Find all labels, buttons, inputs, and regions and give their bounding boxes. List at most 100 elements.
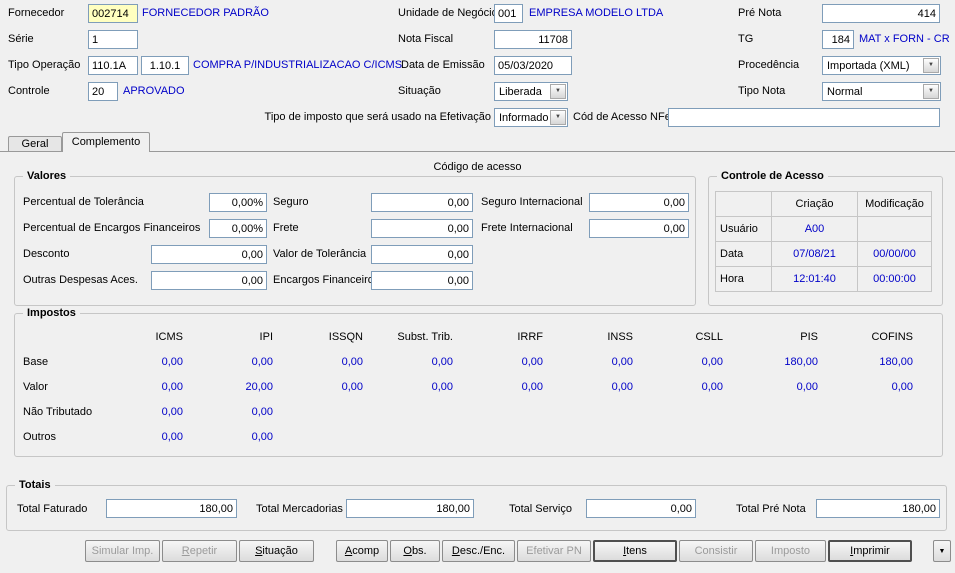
impostos-cell xyxy=(543,424,633,449)
efetivar-pn-button: Efetivar PN xyxy=(517,540,591,562)
impostos-column-header: INSS xyxy=(607,330,633,343)
controle-acesso-cell: 00:00:00 xyxy=(857,266,932,292)
seguro-input[interactable] xyxy=(371,193,473,212)
impostos-cell xyxy=(453,424,543,449)
tipo-operacao-label: Tipo Operação xyxy=(8,59,81,71)
fornecedor-code-input[interactable] xyxy=(88,4,138,23)
total-servico-input[interactable] xyxy=(586,499,696,518)
table-row: ICMS IPI ISSQN Subst. Trib. IRRF INSS CS… xyxy=(23,324,914,349)
controle-acesso-row-label: Usuário xyxy=(715,216,772,242)
impostos-cell: 0,00 xyxy=(891,380,913,393)
frete-internacional-input[interactable] xyxy=(589,219,689,238)
tipo-operacao-code2-input[interactable] xyxy=(141,56,189,75)
impostos-cell: 0,00 xyxy=(161,380,183,393)
imprimir-button[interactable]: Imprimir xyxy=(828,540,912,562)
action-button-bar: Simular Imp. Repetir Situação Acomp Obs.… xyxy=(85,540,951,562)
controle-code-input[interactable] xyxy=(88,82,118,101)
seguro-internacional-label: Seguro Internacional xyxy=(481,196,583,208)
tipo-imposto-select[interactable]: Informado ▼ xyxy=(494,108,568,127)
tipo-operacao-description: COMPRA P/INDUSTRIALIZACAO C/ICMS xyxy=(193,59,403,71)
data-emissao-input[interactable] xyxy=(494,56,572,75)
frete-label: Frete xyxy=(273,222,299,234)
impostos-cell: 180,00 xyxy=(784,355,818,368)
serie-input[interactable] xyxy=(88,30,138,49)
impostos-column-header: IPI xyxy=(259,330,273,343)
tab-geral[interactable]: Geral xyxy=(8,136,62,151)
impostos-cell xyxy=(273,424,363,449)
nota-fiscal-input[interactable] xyxy=(494,30,572,49)
encargos-financeiros-label: Encargos Financeiros xyxy=(273,274,380,286)
tipo-imposto-selected-value: Informado xyxy=(499,112,549,124)
perc-encargos-input[interactable] xyxy=(209,219,267,238)
outras-despesas-label: Outras Despesas Aces. xyxy=(23,274,138,286)
total-mercadorias-input[interactable] xyxy=(346,499,474,518)
controle-acesso-cell: 00/00/00 xyxy=(857,241,932,267)
situacao-button[interactable]: Situação xyxy=(239,540,314,562)
impostos-cell: 0,00 xyxy=(611,355,633,368)
fornecedor-description: FORNECEDOR PADRÃO xyxy=(142,7,269,19)
impostos-row-label: Não Tributado xyxy=(23,405,93,418)
tipo-nota-label: Tipo Nota xyxy=(738,85,786,97)
desconto-input[interactable] xyxy=(151,245,267,264)
total-pre-nota-label: Total Pré Nota xyxy=(736,503,806,515)
impostos-cell: 0,00 xyxy=(161,405,183,418)
table-row: Usuário A00 xyxy=(715,216,932,242)
impostos-column-header: IRRF xyxy=(517,330,543,343)
encargos-financeiros-input[interactable] xyxy=(371,271,473,290)
desc-enc-button[interactable]: Desc./Enc. xyxy=(442,540,515,562)
impostos-cell: 0,00 xyxy=(341,380,363,393)
impostos-row-label: Base xyxy=(23,355,49,368)
tab-complemento[interactable]: Complemento xyxy=(62,132,150,152)
procedencia-select[interactable]: Importada (XML) ▼ xyxy=(822,56,941,75)
total-pre-nota-input[interactable] xyxy=(816,499,940,518)
more-actions-button[interactable]: ▼ xyxy=(933,540,951,562)
totais-groupbox: Totais Total Faturado Total Mercadorias … xyxy=(6,479,947,531)
valores-title: Valores xyxy=(23,170,71,182)
obs-button[interactable]: Obs. xyxy=(390,540,440,562)
unidade-negocio-code-input[interactable] xyxy=(494,4,523,23)
impostos-cell: 180,00 xyxy=(879,355,913,368)
valores-groupbox: Valores Percentual de Tolerância Percent… xyxy=(14,170,696,306)
table-row: Hora 12:01:40 00:00:00 xyxy=(715,266,932,292)
total-faturado-input[interactable] xyxy=(106,499,237,518)
dropdown-arrow-icon: ▼ xyxy=(550,110,566,125)
impostos-cell: 20,00 xyxy=(245,380,273,393)
total-mercadorias-label: Total Mercadorias xyxy=(256,503,343,515)
controle-acesso-cell: 07/08/21 xyxy=(771,241,858,267)
dropdown-arrow-icon: ▼ xyxy=(550,84,566,99)
impostos-column-header: ICMS xyxy=(155,330,184,343)
itens-button[interactable]: Itens xyxy=(593,540,677,562)
controle-acesso-col-criacao: Criação xyxy=(771,191,858,217)
outras-despesas-input[interactable] xyxy=(151,271,267,290)
frete-internacional-label: Frete Internacional xyxy=(481,222,573,234)
consistir-button: Consistir xyxy=(679,540,753,562)
impostos-cell xyxy=(723,424,818,449)
tipo-nota-select[interactable]: Normal ▼ xyxy=(822,82,941,101)
tg-description: MAT x FORN - CR xyxy=(859,33,950,45)
impostos-cell xyxy=(363,399,453,424)
impostos-cell: 0,00 xyxy=(161,430,183,443)
situacao-select[interactable]: Liberada ▼ xyxy=(494,82,568,101)
seguro-internacional-input[interactable] xyxy=(589,193,689,212)
impostos-cell: 0,00 xyxy=(796,380,818,393)
impostos-row-label: Outros xyxy=(23,430,57,443)
tipo-imposto-label: Tipo de imposto que será usado na Efetiv… xyxy=(264,111,491,123)
impostos-cell: 0,00 xyxy=(251,405,273,418)
perc-tolerancia-input[interactable] xyxy=(209,193,267,212)
dropdown-arrow-icon: ▼ xyxy=(923,84,939,99)
frete-input[interactable] xyxy=(371,219,473,238)
impostos-cell: 0,00 xyxy=(521,355,543,368)
valor-tolerancia-input[interactable] xyxy=(371,245,473,264)
total-faturado-label: Total Faturado xyxy=(17,503,88,515)
unidade-negocio-description: EMPRESA MODELO LTDA xyxy=(529,7,664,19)
impostos-cell xyxy=(633,399,723,424)
pre-nota-input[interactable] xyxy=(822,4,940,23)
cod-acesso-nfe-input[interactable] xyxy=(668,108,940,127)
tipo-nota-selected-value: Normal xyxy=(827,86,863,98)
controle-acesso-row-label: Data xyxy=(715,241,772,267)
tg-code-input[interactable] xyxy=(822,30,854,49)
acomp-button[interactable]: Acomp xyxy=(336,540,388,562)
tipo-operacao-code1-input[interactable] xyxy=(88,56,138,75)
impostos-cell xyxy=(818,399,913,424)
procedencia-label: Procedência xyxy=(738,59,800,71)
